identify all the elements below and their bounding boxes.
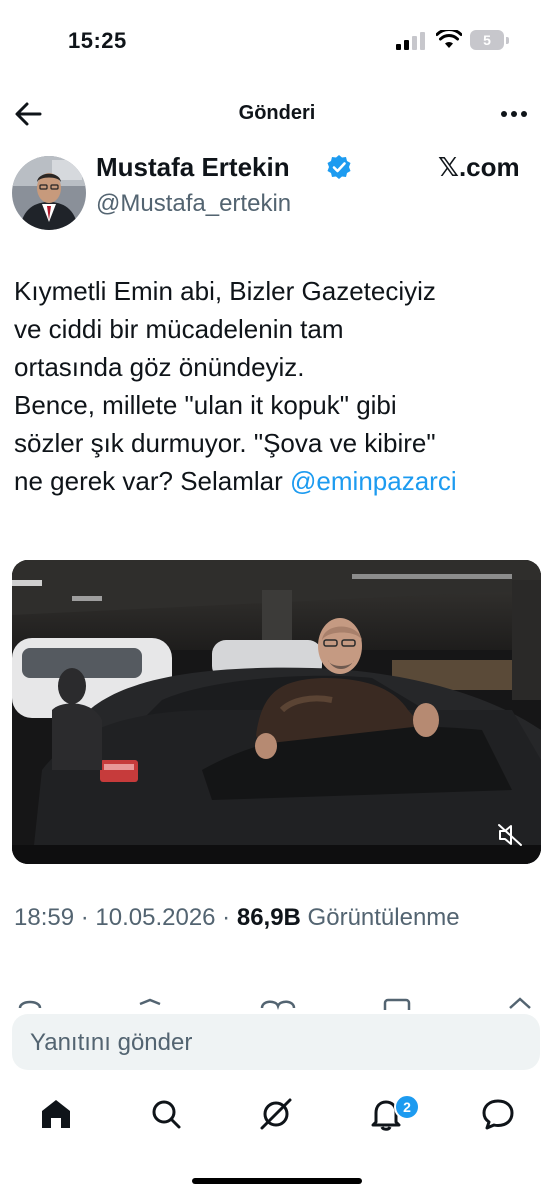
bottom-nav (0, 1084, 554, 1148)
meta-separator: · (215, 904, 237, 931)
tweet-date: 10.05.2026 (95, 904, 216, 931)
wifi-icon (436, 30, 462, 48)
tweet-meta: 18:59 · 10.05.2026 · 86,9B Görüntülenme (14, 904, 460, 932)
meta-separator: · (74, 904, 96, 931)
verified-badge-icon (327, 155, 351, 179)
view-count[interactable]: 86,9B (237, 904, 301, 931)
header: Gönderi (0, 88, 554, 140)
cellular-signal-icon (396, 32, 425, 50)
grok-icon[interactable] (256, 1094, 296, 1134)
status-bar: 15:25 5 (0, 0, 554, 80)
page-title: Gönderi (238, 102, 316, 124)
video-frame (12, 560, 541, 864)
home-indicator (192, 1178, 362, 1184)
tweet-video[interactable] (12, 560, 541, 864)
mute-icon[interactable] (496, 822, 524, 848)
reply-input[interactable]: Yanıtını gönder (12, 1014, 540, 1070)
battery-icon: 5 (470, 30, 510, 50)
action-bar-partial (0, 996, 554, 1010)
author-handle[interactable]: @Mustafa_ertekin (96, 190, 291, 218)
tweet-time: 18:59 (14, 904, 75, 931)
battery-level: 5 (470, 30, 504, 50)
more-options-icon[interactable] (500, 102, 528, 126)
avatar[interactable] (12, 156, 86, 230)
mention-link[interactable]: @eminpazarci (290, 466, 457, 496)
view-label: Görüntülenme (300, 904, 460, 931)
status-time: 15:25 (68, 28, 127, 53)
search-icon[interactable] (146, 1094, 186, 1134)
tweet-body: Kıymetli Emin abi, Bizler Gazeteciyiz ve… (14, 276, 436, 496)
home-icon[interactable] (36, 1094, 76, 1134)
reply-placeholder: Yanıtını gönder (30, 1029, 193, 1056)
messages-icon[interactable] (478, 1094, 518, 1134)
notifications-badge: 2 (394, 1094, 420, 1120)
tweet-text: Kıymetli Emin abi, Bizler Gazeteciyiz ve… (14, 272, 544, 500)
source-label: 𝕏.com (438, 152, 520, 182)
author-name[interactable]: Mustafa Ertekin (96, 152, 290, 183)
